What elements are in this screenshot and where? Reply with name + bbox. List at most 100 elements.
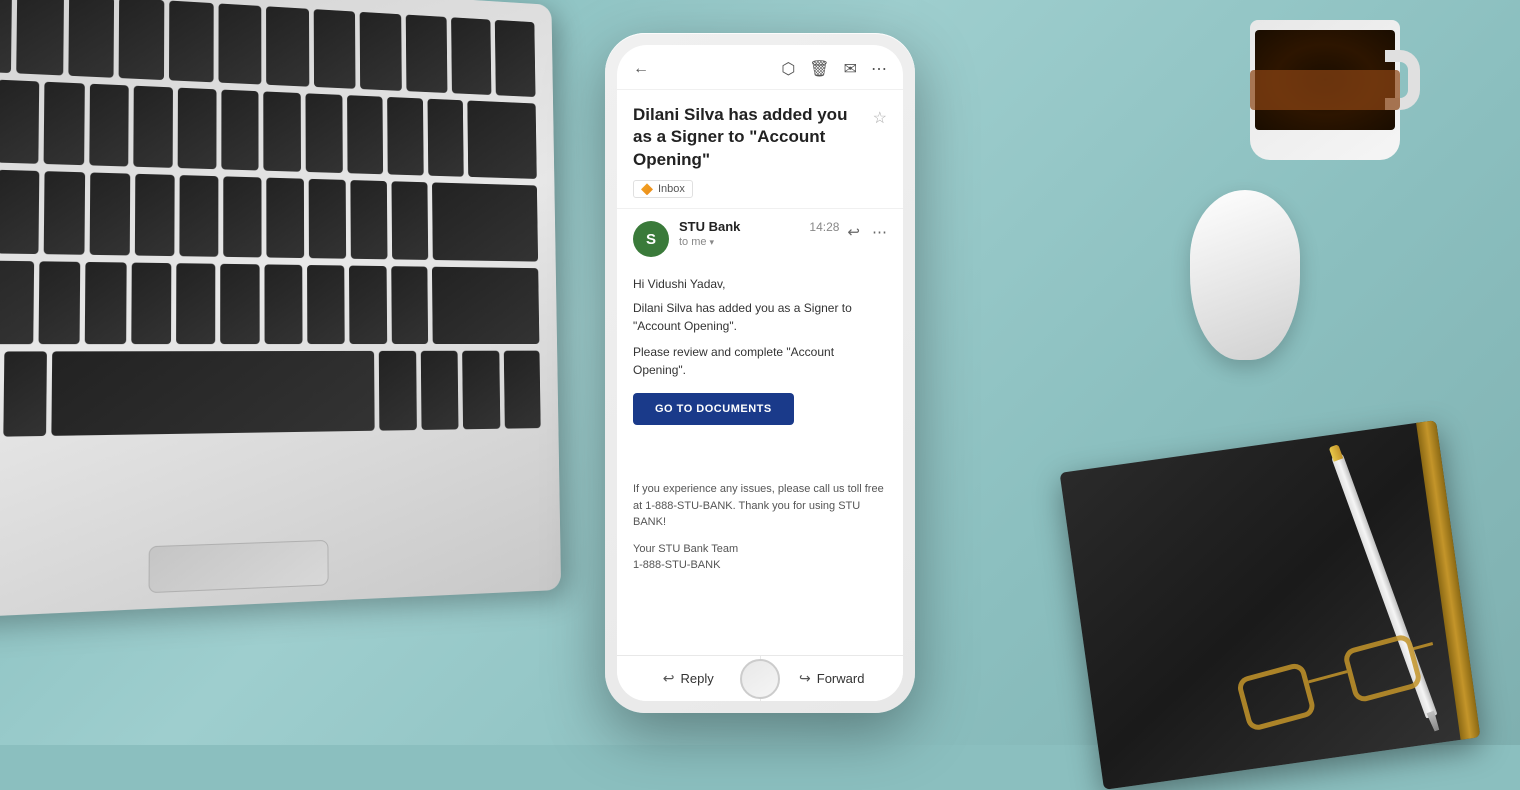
email-para-1: Dilani Silva has added you as a Signer t… <box>633 299 887 335</box>
key <box>432 182 538 261</box>
key <box>266 6 309 86</box>
key <box>387 97 423 175</box>
key <box>378 351 416 431</box>
email-greeting: Hi Vidushi Yadav, <box>633 277 887 291</box>
reply-button[interactable]: ↩ Reply <box>617 656 761 701</box>
key <box>89 84 129 167</box>
phone-home-button[interactable] <box>740 659 780 699</box>
email-para-2: Please review and complete "Account Open… <box>633 343 887 379</box>
star-icon[interactable]: ☆ <box>873 108 887 128</box>
key <box>451 17 492 95</box>
go-to-documents-button[interactable]: GO TO DOCUMENTS <box>633 393 794 425</box>
sender-more-icon[interactable]: ⋯ <box>872 223 887 241</box>
forward-button[interactable]: ↪ Forward <box>761 656 904 701</box>
archive-icon[interactable]: ⬡ <box>781 59 795 79</box>
reply-label: Reply <box>680 671 713 686</box>
to-me-row[interactable]: to me ▾ <box>679 236 839 248</box>
sender-info: STU Bank 14:28 to me ▾ <box>679 219 839 248</box>
key <box>218 3 261 84</box>
key <box>179 175 218 257</box>
glasses-frame-right <box>1342 633 1424 704</box>
team-line2: 1-888-STU-BANK <box>633 557 887 574</box>
email-subject-area: Dilani Silva has added you as a Signer t… <box>617 90 903 209</box>
more-icon[interactable]: ⋯ <box>871 59 887 79</box>
coffee-cup <box>1230 0 1420 170</box>
key <box>0 169 39 253</box>
key <box>349 265 387 344</box>
key <box>131 262 171 344</box>
key <box>68 0 114 78</box>
email-subject: Dilani Silva has added you as a Signer t… <box>633 104 865 173</box>
forward-btn-icon: ↪ <box>799 670 811 687</box>
key <box>309 178 346 258</box>
chevron-down-icon: ▾ <box>710 237 715 248</box>
key <box>169 1 213 83</box>
key <box>220 263 259 344</box>
sender-time: 14:28 <box>809 220 839 234</box>
key <box>307 265 345 345</box>
key <box>119 0 164 80</box>
key <box>44 82 85 165</box>
sender-name: STU Bank <box>679 219 740 234</box>
key <box>432 266 539 344</box>
key <box>16 0 63 75</box>
inbox-tag: Inbox <box>633 180 693 198</box>
key <box>360 12 402 91</box>
key <box>90 172 131 255</box>
key <box>266 177 304 257</box>
email-toolbar: ← ⬡ 🗑 ✉ ⋯ <box>617 45 903 90</box>
glasses-arm-right <box>1413 642 1433 650</box>
key <box>347 95 384 174</box>
key <box>421 351 459 430</box>
cup-sleeve <box>1250 70 1400 110</box>
footer-team: Your STU Bank Team 1-888-STU-BANK <box>633 541 887 574</box>
key <box>223 176 261 257</box>
key <box>306 93 343 173</box>
glasses-frame-left <box>1235 661 1317 732</box>
trackpad <box>149 540 329 593</box>
sender-name-row: STU Bank 14:28 <box>679 219 839 234</box>
key <box>392 181 429 260</box>
phone: ← ⬡ 🗑 ✉ ⋯ Dilani Silva has added you as … <box>605 33 915 713</box>
reply-icon[interactable]: ↩ <box>847 223 860 241</box>
key <box>135 173 175 255</box>
key <box>350 180 387 259</box>
key <box>495 20 535 97</box>
key <box>503 351 540 429</box>
inbox-tag-icon <box>641 183 653 195</box>
delete-icon[interactable]: 🗑 <box>809 59 829 79</box>
email-body: Hi Vidushi Yadav, Dilani Silva has added… <box>617 267 903 654</box>
glasses-bridge <box>1308 670 1347 683</box>
toolbar-actions: ⬡ 🗑 ✉ ⋯ <box>781 59 887 79</box>
sender-actions: ↩ ⋯ <box>847 223 887 241</box>
key <box>462 351 500 429</box>
reply-btn-icon: ↩ <box>663 670 675 687</box>
phone-screen: ← ⬡ 🗑 ✉ ⋯ Dilani Silva has added you as … <box>617 45 903 701</box>
to-me-text: to me <box>679 236 707 248</box>
key <box>0 259 34 345</box>
key <box>391 266 428 345</box>
key <box>0 0 12 73</box>
key <box>221 89 259 170</box>
key <box>85 261 126 344</box>
keyboard <box>0 0 542 533</box>
key <box>314 9 356 89</box>
team-line1: Your STU Bank Team <box>633 541 887 558</box>
key <box>406 15 447 93</box>
forward-label: Forward <box>817 671 865 686</box>
laptop-body <box>0 0 561 621</box>
key <box>39 261 81 345</box>
sender-avatar: S <box>633 221 669 257</box>
key <box>467 100 537 178</box>
key <box>3 352 47 437</box>
key <box>0 79 39 163</box>
inbox-label: Inbox <box>658 183 685 195</box>
key <box>44 171 85 254</box>
spacebar-key <box>51 351 374 436</box>
key <box>178 87 217 168</box>
mail-icon[interactable]: ✉ <box>844 59 857 79</box>
key <box>264 91 301 171</box>
back-button[interactable]: ← <box>633 60 649 78</box>
key <box>134 86 173 168</box>
key <box>428 99 464 177</box>
